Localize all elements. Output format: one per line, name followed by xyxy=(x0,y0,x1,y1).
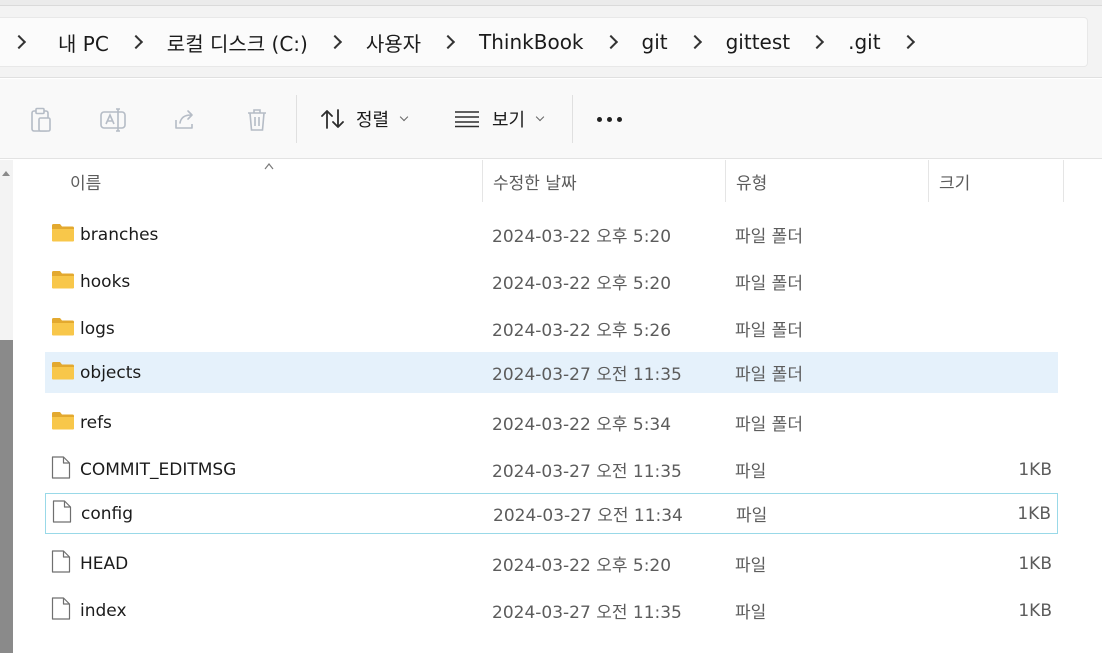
vertical-scrollbar[interactable] xyxy=(0,160,13,653)
file-modified: 2024-03-27 오전 11:35 xyxy=(492,462,682,482)
file-type: 파일 폴더 xyxy=(735,321,803,341)
view-label: 보기 xyxy=(492,110,526,131)
file-row[interactable]: hooks 2024-03-22 오후 5:20 파일 폴더 xyxy=(45,261,1058,302)
file-row[interactable]: HEAD 2024-03-22 오후 5:20 파일 1KB xyxy=(45,543,1058,584)
folder-icon xyxy=(51,316,75,341)
share-icon[interactable] xyxy=(170,105,200,135)
file-icon xyxy=(52,499,72,528)
chevron-right-icon[interactable] xyxy=(128,34,143,50)
breadcrumb-item-this-pc[interactable]: 내 PC xyxy=(58,28,167,57)
address-bar[interactable]: 내 PC 로컬 디스크 (C:) 사용자 ThinkBook git gitte… xyxy=(0,17,1088,67)
column-header-size[interactable]: 크기 xyxy=(928,160,1063,202)
file-row[interactable]: index 2024-03-27 오전 11:35 파일 1KB xyxy=(45,590,1058,631)
file-name: config xyxy=(81,503,134,524)
folder-icon xyxy=(51,360,75,385)
chevron-right-icon[interactable] xyxy=(11,34,27,50)
file-modified: 2024-03-22 오후 5:20 xyxy=(492,556,672,576)
file-modified: 2024-03-22 오후 5:20 xyxy=(492,274,672,294)
breadcrumb-item-gittest[interactable]: gittest xyxy=(726,30,849,54)
sort-label: 정렬 xyxy=(356,110,390,131)
file-size: 1KB xyxy=(1017,503,1051,524)
window-edge xyxy=(0,0,1102,6)
file-name: branches xyxy=(80,224,159,245)
view-button[interactable]: 보기 xyxy=(454,103,545,135)
chevron-down-icon xyxy=(535,112,545,122)
column-header-name[interactable]: 이름 xyxy=(59,160,482,202)
sort-icon xyxy=(320,108,346,130)
breadcrumb-item-thinkbook[interactable]: ThinkBook xyxy=(479,30,641,54)
chevron-right-icon[interactable] xyxy=(327,34,342,50)
more-options-icon[interactable] xyxy=(597,117,622,122)
title-strip: 내 PC 로컬 디스크 (C:) 사용자 ThinkBook git gitte… xyxy=(0,0,1102,78)
chevron-down-icon xyxy=(399,112,409,122)
file-type: 파일 xyxy=(735,556,767,576)
column-header-modified[interactable]: 수정한 날짜 xyxy=(482,160,725,202)
file-modified: 2024-03-22 오후 5:26 xyxy=(492,321,672,341)
file-name: COMMIT_EDITMSG xyxy=(80,459,237,480)
scrollbar-thumb[interactable] xyxy=(0,340,13,653)
file-type: 파일 xyxy=(735,603,767,623)
file-modified: 2024-03-22 오후 5:34 xyxy=(492,415,672,435)
file-modified: 2024-03-22 오후 5:20 xyxy=(492,227,672,247)
file-type: 파일 폴더 xyxy=(735,227,803,247)
folder-icon xyxy=(51,269,75,294)
scroll-up-icon[interactable] xyxy=(2,171,10,176)
toolbar-divider xyxy=(296,95,297,143)
file-type: 파일 폴더 xyxy=(735,274,803,294)
view-list-icon xyxy=(454,110,480,128)
breadcrumb-item-local-disk[interactable]: 로컬 디스크 (C:) xyxy=(167,28,366,57)
chevron-right-icon[interactable] xyxy=(900,34,915,50)
file-modified: 2024-03-27 오전 11:35 xyxy=(492,603,682,623)
rename-icon[interactable] xyxy=(98,105,128,135)
paste-icon[interactable] xyxy=(26,105,56,135)
file-row[interactable]: COMMIT_EDITMSG 2024-03-27 오전 11:35 파일 1KB xyxy=(45,449,1058,490)
file-size: 1KB xyxy=(1018,553,1052,574)
toolbar-divider xyxy=(572,95,573,143)
file-type: 파일 폴더 xyxy=(735,365,803,385)
file-row[interactable]: logs 2024-03-22 오후 5:26 파일 폴더 xyxy=(45,308,1058,349)
file-row[interactable]: branches 2024-03-22 오후 5:20 파일 폴더 xyxy=(45,214,1058,255)
sort-button[interactable]: 정렬 xyxy=(320,103,409,135)
chevron-right-icon[interactable] xyxy=(687,34,702,50)
file-name: refs xyxy=(80,412,112,433)
file-size: 1KB xyxy=(1018,600,1052,621)
file-row[interactable]: refs 2024-03-22 오후 5:34 파일 폴더 xyxy=(45,402,1058,443)
file-icon xyxy=(51,455,71,484)
file-size: 1KB xyxy=(1018,459,1052,480)
file-type: 파일 xyxy=(736,506,768,526)
file-row[interactable]: objects 2024-03-27 오전 11:35 파일 폴더 xyxy=(45,352,1058,393)
file-name: hooks xyxy=(80,271,131,292)
chevron-right-icon[interactable] xyxy=(603,34,618,50)
file-row[interactable]: config 2024-03-27 오전 11:34 파일 1KB xyxy=(45,493,1058,534)
breadcrumb-item-dotgit[interactable]: .git xyxy=(848,30,938,54)
delete-icon[interactable] xyxy=(242,105,272,135)
file-modified: 2024-03-27 오전 11:35 xyxy=(492,365,682,385)
file-name: objects xyxy=(80,362,142,383)
chevron-right-icon[interactable] xyxy=(810,34,825,50)
file-icon xyxy=(51,596,71,625)
file-name: logs xyxy=(80,318,115,339)
breadcrumb-item-git[interactable]: git xyxy=(642,30,726,54)
file-type: 파일 xyxy=(735,462,767,482)
chevron-right-icon[interactable] xyxy=(440,34,456,50)
folder-icon xyxy=(51,222,75,247)
file-name: index xyxy=(80,600,127,621)
file-name: HEAD xyxy=(80,553,129,574)
column-divider[interactable] xyxy=(1063,160,1064,202)
file-modified: 2024-03-27 오전 11:34 xyxy=(493,506,683,526)
file-type: 파일 폴더 xyxy=(735,415,803,435)
command-bar: 정렬 보기 xyxy=(0,79,1102,159)
folder-icon xyxy=(51,410,75,435)
file-icon xyxy=(51,549,71,578)
column-header-type[interactable]: 유형 xyxy=(725,160,928,202)
breadcrumb-item-users[interactable]: 사용자 xyxy=(366,28,479,57)
